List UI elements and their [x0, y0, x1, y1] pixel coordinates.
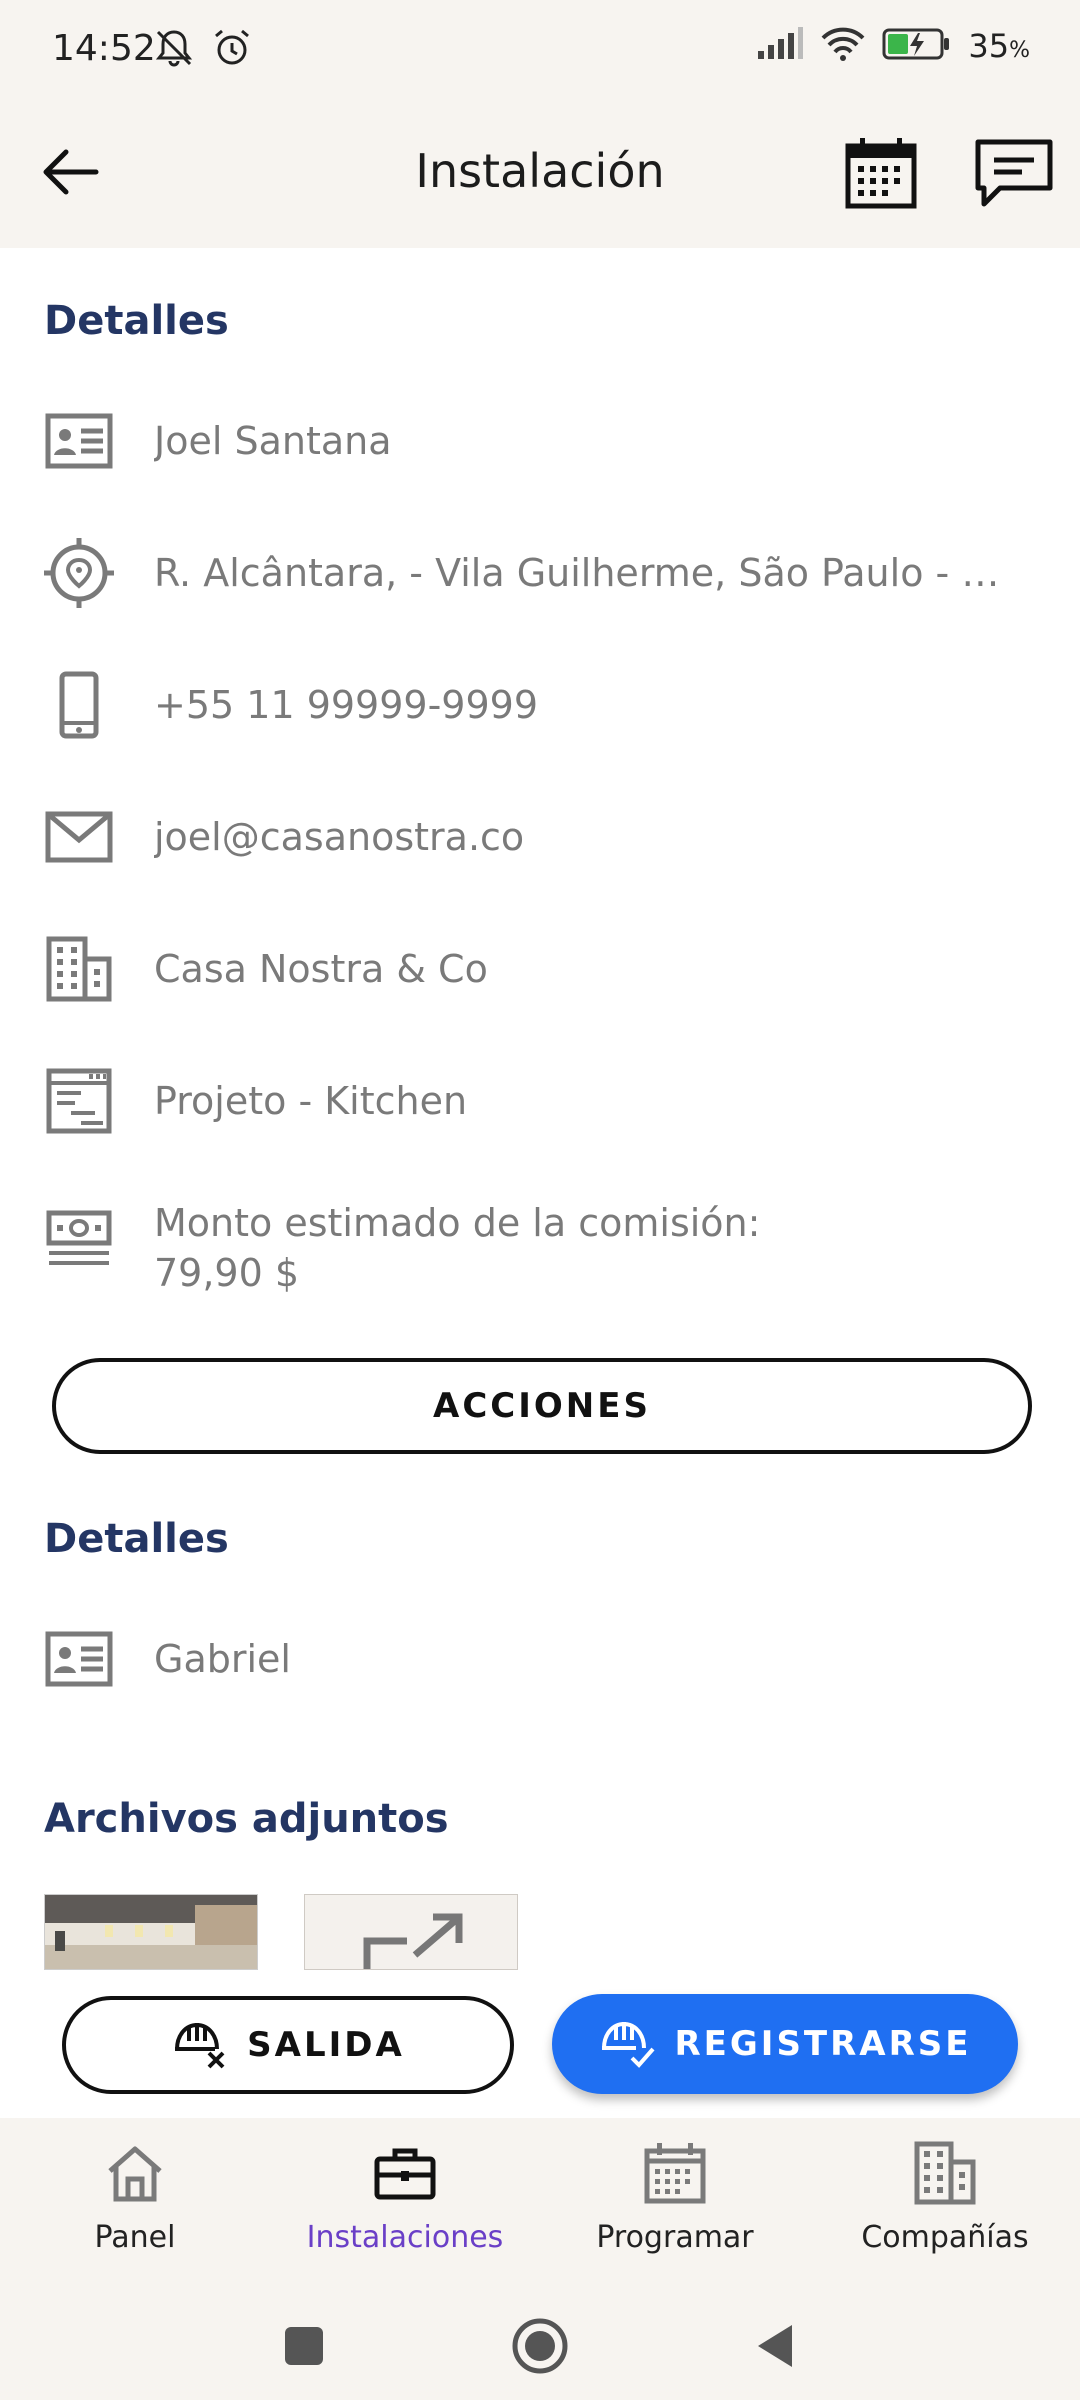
commission-row: Monto estimado de la comisión: 79,90 $: [44, 1198, 1044, 1298]
checkout-button[interactable]: SALIDA: [62, 1996, 514, 2094]
checkin-button[interactable]: REGISTRARSE: [552, 1994, 1018, 2094]
bottom-navigation: Panel Instalaciones Programar Compañías: [0, 2118, 1080, 2288]
nav-item-instalaciones[interactable]: Instalaciones: [270, 2138, 540, 2278]
system-navigation-bar: [0, 2288, 1080, 2400]
attachments-section-title: Archivos adjuntos: [44, 1796, 449, 1842]
contact-card-icon: [44, 406, 114, 476]
company-row: Casa Nostra & Co: [44, 934, 1044, 1004]
phone-text: +55 11 99999-9999: [154, 683, 539, 727]
status-time: 14:52: [52, 28, 156, 69]
building-icon: [44, 934, 114, 1004]
phone-icon: [44, 670, 114, 740]
contact-card-icon: [44, 1624, 114, 1694]
project-row: Projeto - Kitchen: [44, 1066, 1044, 1136]
hardhat-cancel-icon: [171, 2013, 229, 2078]
calendar-icon: [842, 138, 922, 218]
address-row[interactable]: R. Alcântara, - Vila Guilherme, São Paul…: [44, 538, 1044, 608]
nav-label-instalaciones: Instalaciones: [306, 2220, 504, 2255]
wifi-icon: [820, 26, 866, 66]
square-icon: [282, 2324, 326, 2372]
briefcase-icon: [370, 2138, 440, 2208]
commission-text: Monto estimado de la comisión: 79,90 $: [154, 1198, 760, 1298]
status-left-icons: [152, 26, 254, 74]
alarm-icon: [210, 26, 254, 74]
battery-unit: %: [1009, 38, 1030, 63]
commission-label: Monto estimado de la comisión:: [154, 1201, 761, 1245]
email-row[interactable]: joel@casanostra.co: [44, 802, 1044, 872]
kitchen-photo-icon: [45, 1895, 257, 1969]
attachment-thumbnail-link[interactable]: [304, 1894, 518, 1970]
calendar-icon: [640, 2138, 710, 2208]
chat-icon: [972, 139, 1056, 218]
arrow-left-icon: [38, 140, 102, 208]
nav-label-companias: Compañías: [861, 2220, 1029, 2255]
money-icon: [44, 1204, 114, 1274]
commission-value: 79,90 $: [154, 1251, 300, 1295]
battery-percentage: 35%: [968, 27, 1030, 65]
email-text: joel@casanostra.co: [154, 815, 525, 859]
nav-label-panel: Panel: [94, 2220, 176, 2255]
building-icon: [910, 2138, 980, 2208]
nav-item-programar[interactable]: Programar: [540, 2138, 810, 2278]
battery-value: 35: [968, 27, 1010, 65]
messages-button[interactable]: [972, 134, 1056, 214]
project-icon: [44, 1066, 114, 1136]
actions-button[interactable]: ACCIONES: [52, 1358, 1032, 1454]
installer-name: Gabriel: [154, 1637, 291, 1681]
circle-icon: [510, 2316, 570, 2380]
app-bar: Instalación: [0, 100, 1080, 248]
status-right-icons: 35%: [756, 26, 1030, 66]
home-button[interactable]: [500, 2308, 580, 2388]
battery-icon: [882, 27, 952, 65]
nav-item-companias[interactable]: Compañías: [810, 2138, 1080, 2278]
hardhat-check-icon: [598, 2012, 656, 2077]
external-link-icon: [363, 1913, 463, 1969]
checkout-label: SALIDA: [247, 2025, 405, 2065]
contact-name-row: Joel Santana: [44, 406, 1044, 476]
signal-icon: [756, 27, 804, 65]
calendar-button[interactable]: [842, 134, 922, 214]
screen: 14:52 35% Instalación Detalles Joel Sant…: [0, 0, 1080, 2400]
contact-name: Joel Santana: [154, 419, 392, 463]
nav-item-panel[interactable]: Panel: [0, 2138, 270, 2278]
muted-bell-icon: [152, 26, 196, 74]
nav-label-programar: Programar: [596, 2220, 754, 2255]
location-pin-icon: [44, 538, 114, 608]
system-back-button[interactable]: [734, 2308, 814, 2388]
attachment-thumbnail-kitchen[interactable]: [44, 1894, 258, 1970]
project-text: Projeto - Kitchen: [154, 1079, 468, 1123]
details-section-title-2: Detalles: [44, 1516, 229, 1562]
status-bar: 14:52 35%: [0, 0, 1080, 100]
installer-name-row: Gabriel: [44, 1624, 1044, 1694]
company-text: Casa Nostra & Co: [154, 947, 488, 991]
triangle-back-icon: [752, 2321, 796, 2375]
checkin-label: REGISTRARSE: [674, 2024, 972, 2064]
bottom-action-bar: SALIDA REGISTRARSE: [0, 1970, 1080, 2120]
recents-button[interactable]: [264, 2308, 344, 2388]
home-icon: [100, 2138, 170, 2208]
back-button[interactable]: [32, 136, 108, 212]
details-section-title: Detalles: [44, 298, 229, 344]
mail-icon: [44, 802, 114, 872]
address-text: R. Alcântara, - Vila Guilherme, São Paul…: [154, 551, 1014, 595]
phone-row[interactable]: +55 11 99999-9999: [44, 670, 1044, 740]
